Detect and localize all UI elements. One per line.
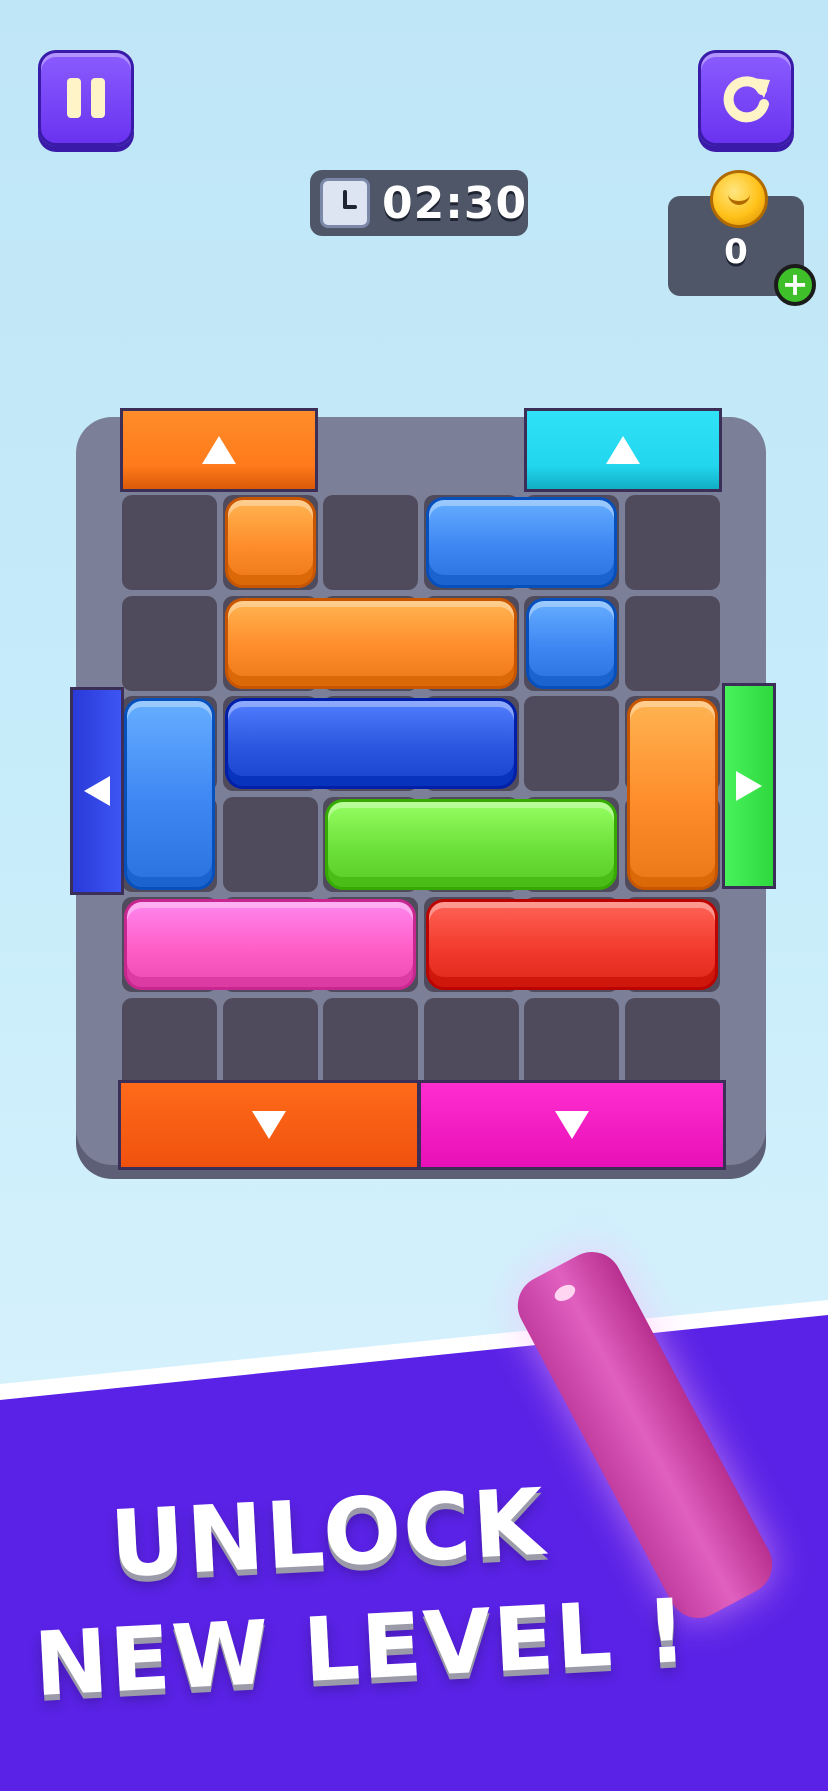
clock-icon (320, 178, 370, 228)
board-cell (624, 997, 720, 1093)
block-blue-corner-segment[interactable] (526, 597, 617, 689)
restart-icon (723, 76, 770, 123)
arrow-up-icon (606, 436, 640, 464)
block-red-horizontal-segment[interactable] (425, 899, 718, 990)
board-cell (624, 495, 720, 590)
restart-button[interactable] (698, 50, 794, 146)
board-cell (222, 997, 318, 1093)
gate-top-orange (120, 408, 318, 492)
block-orange-l-segment[interactable] (224, 597, 517, 689)
arrow-down-icon (555, 1111, 589, 1139)
block-blue-vertical-segment[interactable] (124, 698, 215, 890)
timer-display: 02:30 (310, 170, 528, 236)
gate-right-green (722, 683, 776, 889)
board-cell (524, 696, 619, 791)
arrow-right-icon (736, 771, 762, 801)
gate-left-blue (70, 687, 124, 895)
board-cell (122, 495, 217, 590)
gate-bottom-orange (118, 1080, 420, 1170)
promo-line-1: UNLOCK (107, 1468, 549, 1599)
add-coins-button[interactable]: + (774, 264, 816, 306)
board-cell (624, 595, 720, 691)
gate-bottom-magenta (418, 1080, 726, 1170)
block-green-horizontal-segment[interactable] (325, 798, 617, 890)
coin-panel: 0 + (668, 170, 816, 306)
pause-button[interactable] (38, 50, 134, 146)
board-cell (222, 796, 318, 892)
board-cell (323, 495, 418, 590)
board-cell (524, 997, 619, 1093)
board-cell (122, 997, 217, 1093)
arrow-down-icon (252, 1111, 286, 1139)
gate-top-cyan (524, 408, 722, 492)
arrow-up-icon (202, 436, 236, 464)
coin-icon (710, 170, 768, 228)
pause-icon (62, 78, 110, 118)
board-cell (323, 997, 418, 1093)
block-orange-l-segment[interactable] (224, 497, 316, 588)
block-darkblue-horizontal-segment[interactable] (224, 698, 517, 789)
block-orange-vertical-segment[interactable] (626, 698, 718, 890)
board-cell (122, 595, 217, 691)
block-blue-corner-segment[interactable] (425, 497, 617, 588)
board-cell (423, 997, 519, 1093)
arrow-left-icon (84, 776, 110, 806)
block-pink-horizontal-segment[interactable] (124, 899, 416, 990)
timer-text: 02:30 (382, 177, 528, 229)
